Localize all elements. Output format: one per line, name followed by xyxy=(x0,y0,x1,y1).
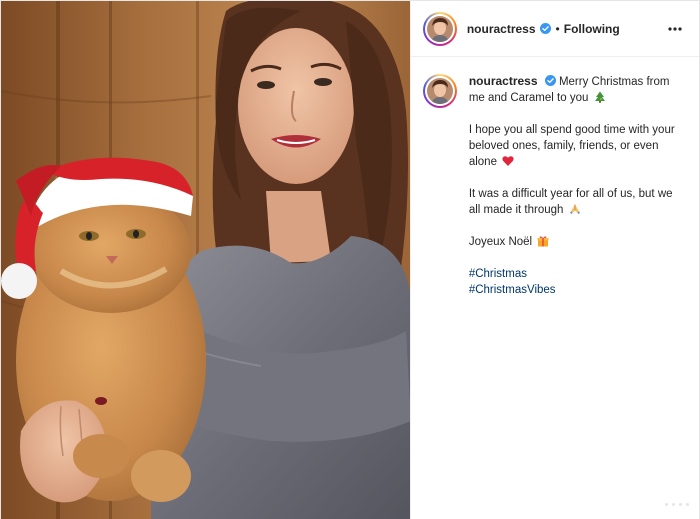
post-image xyxy=(1,1,410,519)
post-caption: nouractress Merry Christmas from me and … xyxy=(411,57,699,298)
post-header: nouractress • Following xyxy=(410,1,699,57)
caption-avatar[interactable] xyxy=(422,74,457,108)
hashtag-list: #Christmas #ChristmasVibes xyxy=(469,266,684,298)
caption-paragraph-3: It was a difficult year for all of us, b… xyxy=(469,186,684,218)
caption-para-2: I hope you all spend good time with your… xyxy=(468,124,675,168)
caption-paragraph-1: nouractress Merry Christmas from me and … xyxy=(469,73,684,106)
caption-text: nouractress Merry Christmas from me and … xyxy=(469,73,684,298)
more-horizontal-icon xyxy=(668,26,682,31)
loading-dots xyxy=(665,503,689,506)
hashtag-link[interactable]: #ChristmasVibes xyxy=(469,282,684,298)
following-button[interactable]: Following xyxy=(564,22,620,36)
header-separator: • xyxy=(555,21,560,36)
avatar-image xyxy=(426,78,453,104)
instagram-post: nouractress • Following nouractress Merr… xyxy=(0,0,700,519)
caption-para-4: Joyeux Noël xyxy=(468,236,533,248)
hashtag-link[interactable]: #Christmas xyxy=(469,266,684,282)
header-username[interactable]: nouractress xyxy=(467,22,536,36)
caption-paragraph-4: Joyeux Noël xyxy=(469,234,684,250)
gift-icon xyxy=(537,236,549,247)
caption-paragraph-2: I hope you all spend good time with your… xyxy=(469,122,684,170)
folded-hands-icon xyxy=(569,204,580,214)
post-sidebar: nouractress • Following nouractress Merr… xyxy=(409,1,699,519)
red-heart-icon xyxy=(502,156,514,166)
avatar[interactable] xyxy=(422,11,457,46)
caption-username[interactable]: nouractress xyxy=(469,74,538,88)
verified-badge-icon xyxy=(539,23,551,34)
verified-badge-icon xyxy=(544,75,556,86)
avatar-image xyxy=(426,15,453,42)
christmas-tree-icon xyxy=(594,91,605,103)
more-options-button[interactable] xyxy=(665,21,685,37)
post-photo[interactable] xyxy=(1,1,410,519)
